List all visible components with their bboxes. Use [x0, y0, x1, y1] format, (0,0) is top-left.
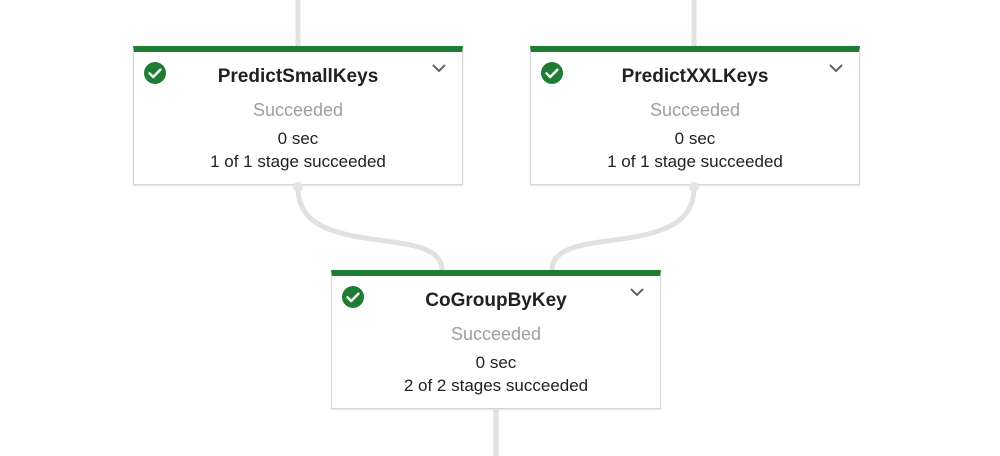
node-stages: 2 of 2 stages succeeded — [403, 376, 589, 395]
node-stages: 1 of 1 stage succeeded — [210, 152, 386, 171]
node-predict-xxl-keys[interactable]: PredictXXLKeys Succeeded 0 sec 1 of 1 st… — [530, 46, 860, 185]
pipeline-graph-canvas: PredictSmallKeys Succeeded 0 sec 1 of 1 … — [0, 0, 1000, 456]
node-status: Succeeded — [252, 100, 344, 120]
node-status: Succeeded — [649, 100, 741, 120]
node-duration: 0 sec — [277, 129, 319, 148]
output-port-dot — [293, 182, 303, 192]
node-title: PredictXXLKeys — [621, 66, 769, 87]
edge-predict-xxl-keys-to-cogroupbykey — [549, 187, 697, 271]
node-title: CoGroupByKey — [425, 290, 567, 311]
edge-predict-small-keys-to-cogroupbykey — [295, 187, 445, 271]
node-co-group-by-key[interactable]: CoGroupByKey Succeeded 0 sec 2 of 2 stag… — [331, 270, 661, 409]
node-title: PredictSmallKeys — [217, 66, 379, 87]
node-status: Succeeded — [450, 324, 542, 344]
node-duration: 0 sec — [674, 129, 716, 148]
node-duration: 0 sec — [475, 353, 517, 372]
node-stages: 1 of 1 stage succeeded — [607, 152, 783, 171]
output-port-dot — [689, 182, 699, 192]
node-predict-small-keys[interactable]: PredictSmallKeys Succeeded 0 sec 1 of 1 … — [133, 46, 463, 185]
